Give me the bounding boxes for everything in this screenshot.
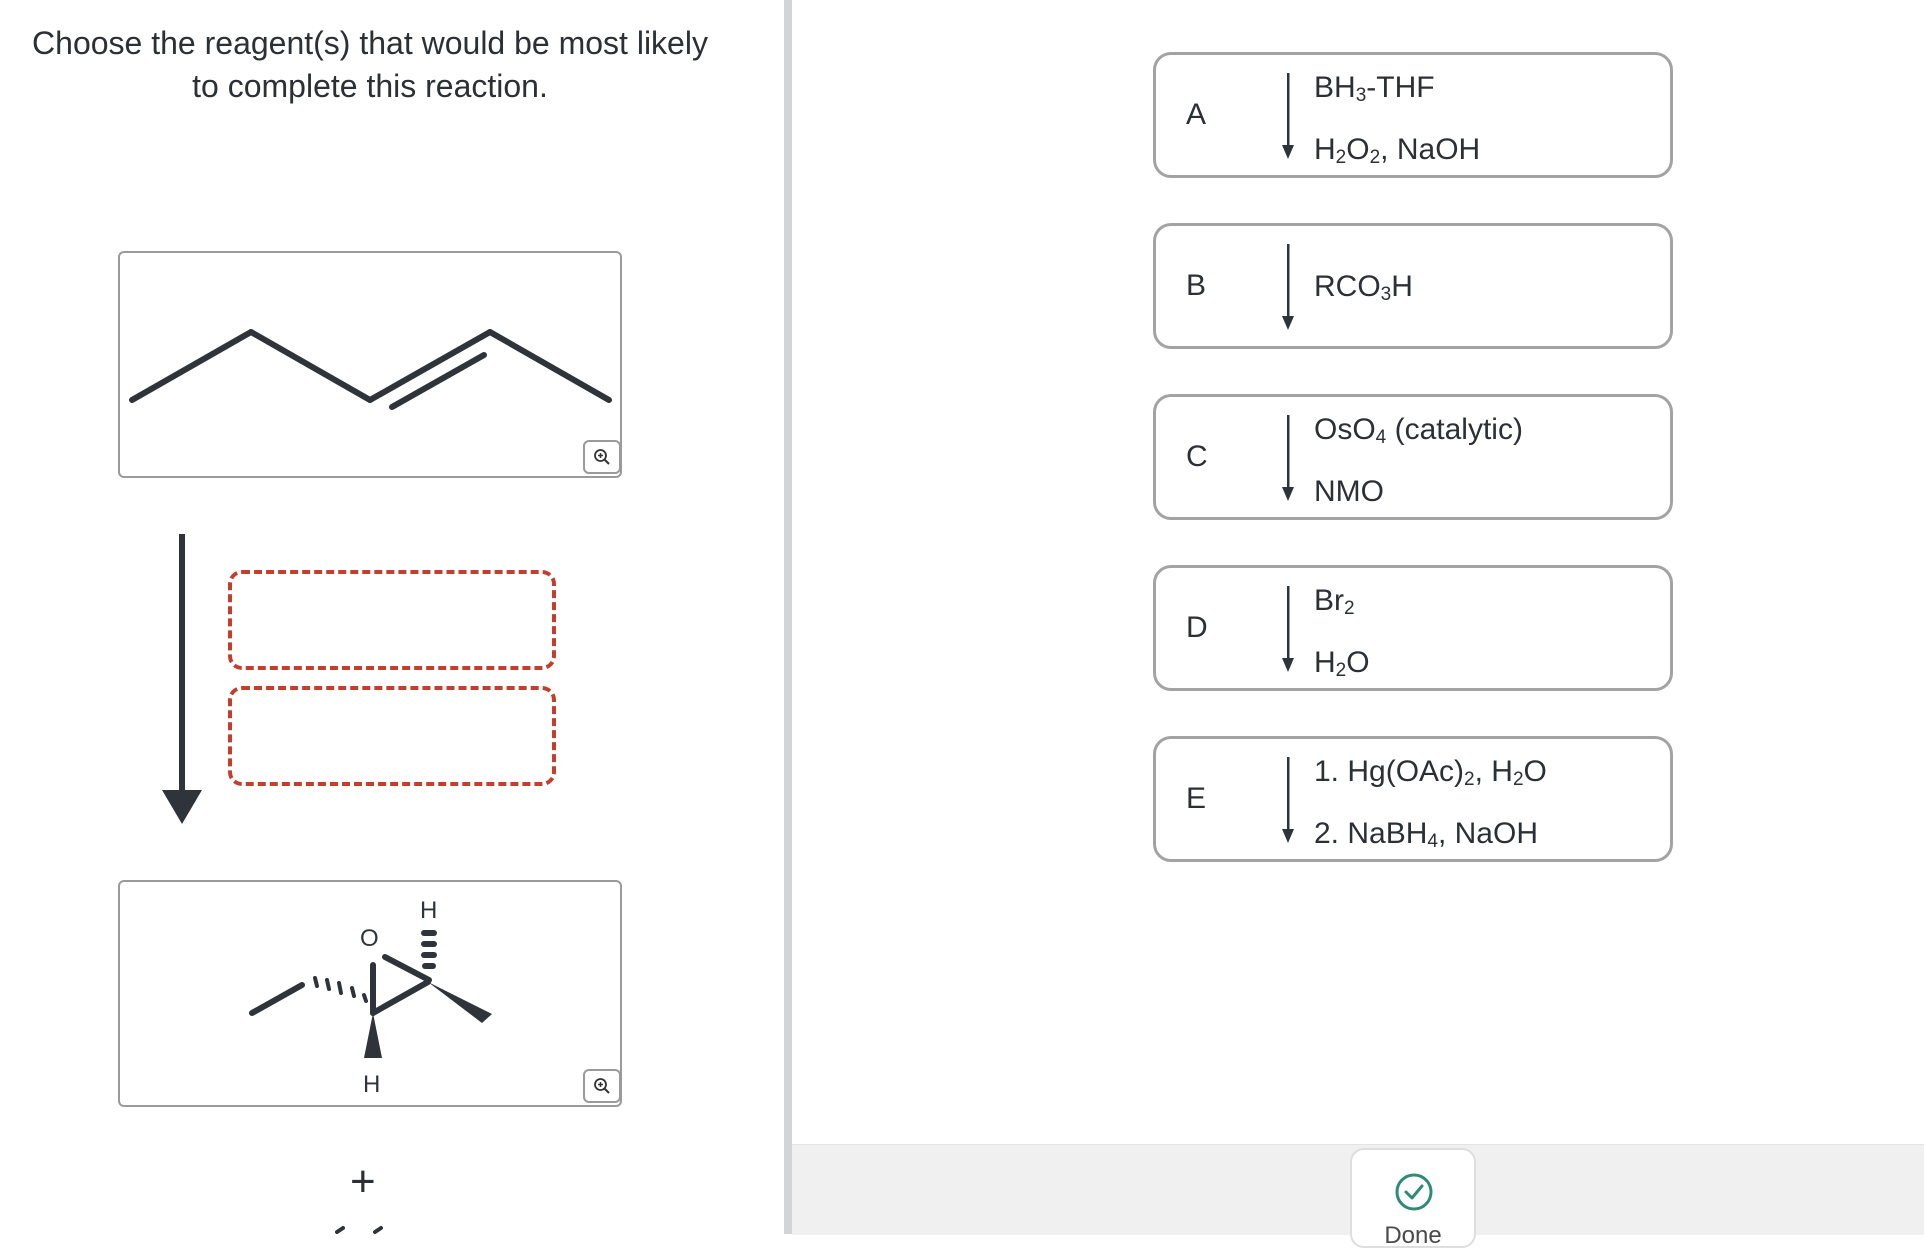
zoom-in-icon bbox=[594, 1078, 610, 1094]
pane-divider[interactable] bbox=[784, 0, 792, 1234]
reagent-line-2: H2O2, NaOH bbox=[1314, 133, 1480, 169]
option-card-a[interactable]: A BH3-THF H2O2, NaOH bbox=[1153, 52, 1673, 178]
question-text: Choose the reagent(s) that would be most… bbox=[20, 22, 720, 108]
reagent-text-part: O bbox=[1346, 133, 1370, 166]
reagent-text-part: O bbox=[1346, 646, 1370, 679]
reagent-text-part: 2. NaBH bbox=[1314, 817, 1428, 850]
reagent-line-1: OsO4 (catalytic) bbox=[1314, 413, 1523, 449]
reagent-line-1: 1. Hg(OAc)2, H2O bbox=[1314, 755, 1547, 791]
reagent-subscript: 2 bbox=[1335, 147, 1347, 168]
arrow-down-icon bbox=[1282, 415, 1294, 501]
reagent-text-part: RCO bbox=[1314, 270, 1381, 303]
reagent-subscript: 4 bbox=[1427, 831, 1438, 852]
reagent-drop-slot-1[interactable] bbox=[228, 570, 556, 670]
reagent-text-part: O bbox=[1523, 755, 1547, 788]
question-line-2: to complete this reaction. bbox=[192, 68, 548, 104]
starting-material-box bbox=[118, 251, 622, 478]
reagent-text-part: BH bbox=[1314, 71, 1356, 104]
arrow-down-icon bbox=[1282, 757, 1294, 843]
reagent-subscript: 2 bbox=[1335, 660, 1347, 681]
reagent-text-part: , H bbox=[1474, 755, 1513, 788]
option-letter: B bbox=[1186, 269, 1207, 302]
reagent-text-part: OsO bbox=[1314, 413, 1376, 446]
atom-h-top-label: H bbox=[420, 897, 437, 924]
plus-sign: + bbox=[350, 1157, 376, 1206]
arrow-down-icon bbox=[1282, 73, 1294, 159]
check-circle-icon bbox=[1395, 1173, 1433, 1211]
reagent-subscript: 3 bbox=[1380, 284, 1392, 305]
reagent-subscript: 2 bbox=[1512, 769, 1524, 790]
reagent-text-part: H bbox=[1314, 646, 1336, 679]
arrow-down-icon bbox=[1282, 586, 1294, 672]
reagent-line-2: 2. NaBH4, NaOH bbox=[1314, 817, 1538, 853]
option-letter: D bbox=[1186, 611, 1208, 644]
option-letter: A bbox=[1186, 98, 1207, 131]
reagent-subscript: 2 bbox=[1344, 598, 1355, 619]
reagent-text-part: H bbox=[1391, 270, 1413, 303]
trans-2-pentene-structure bbox=[129, 329, 612, 410]
done-button[interactable]: Done bbox=[1350, 1148, 1476, 1249]
reagent-line-1: RCO3H bbox=[1314, 270, 1413, 306]
option-letter: E bbox=[1186, 782, 1207, 815]
reagent-text-part: -THF bbox=[1366, 71, 1435, 104]
done-label: Done bbox=[1384, 1222, 1442, 1249]
option-letter: C bbox=[1186, 440, 1208, 473]
reagent-subscript: 3 bbox=[1355, 85, 1367, 106]
reagent-line-1: Br2 bbox=[1314, 584, 1355, 620]
zoom-product-button[interactable] bbox=[583, 1069, 621, 1103]
zoom-in-icon bbox=[594, 449, 610, 465]
reagent-line-1: BH3-THF bbox=[1314, 71, 1435, 107]
option-card-d[interactable]: D Br2 H2O bbox=[1153, 565, 1673, 691]
option-card-c[interactable]: C OsO4 (catalytic) NMO bbox=[1153, 394, 1673, 520]
reagent-text-part: NMO bbox=[1314, 475, 1384, 508]
reagent-text-part: Br bbox=[1314, 584, 1344, 617]
arrow-down-icon bbox=[162, 534, 202, 824]
reagent-text-part: (catalytic) bbox=[1386, 413, 1523, 446]
reagent-subscript: 2 bbox=[1464, 769, 1475, 790]
atom-h-bottom-label: H bbox=[363, 1071, 380, 1098]
arrow-down-icon bbox=[1282, 244, 1294, 330]
reagent-text-part: , NaOH bbox=[1380, 133, 1481, 166]
reagent-subscript: 2 bbox=[1369, 147, 1381, 168]
atom-o-label: O bbox=[360, 925, 379, 952]
reagent-drop-slot-2[interactable] bbox=[228, 686, 556, 786]
product-box: O H H bbox=[118, 880, 622, 1107]
question-line-1: Choose the reagent(s) that would be most… bbox=[32, 25, 708, 61]
reagent-text-part: 1. Hg(OAc) bbox=[1314, 755, 1465, 788]
question-pane: Choose the reagent(s) that would be most… bbox=[0, 0, 784, 1234]
reagent-line-2: NMO bbox=[1314, 475, 1384, 509]
reagent-text-part: H bbox=[1314, 133, 1336, 166]
reagent-subscript: 4 bbox=[1375, 427, 1387, 448]
epoxide-product-structure: O H H bbox=[249, 897, 492, 1098]
zoom-starting-material-button[interactable] bbox=[583, 440, 621, 474]
reagent-line-2: H2O bbox=[1314, 646, 1370, 682]
option-card-e[interactable]: E 1. Hg(OAc)2, H2O 2. NaBH4, NaOH bbox=[1153, 736, 1673, 862]
reagent-text-part: , NaOH bbox=[1437, 817, 1538, 850]
option-card-b[interactable]: B RCO3H bbox=[1153, 223, 1673, 349]
clipped-structure-fragment bbox=[335, 1226, 383, 1234]
